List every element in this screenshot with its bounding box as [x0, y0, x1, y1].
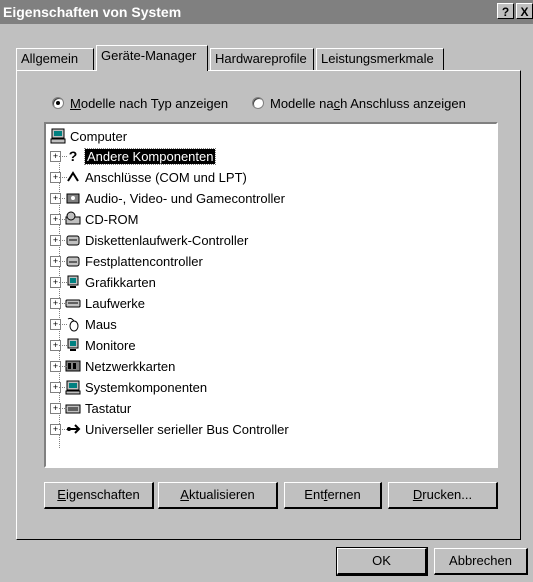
tree-item[interactable]: + Universeller serieller Bus Controller: [50, 419, 289, 439]
tree-connector-line: [59, 324, 67, 325]
tab-leistungsmerkmale[interactable]: Leistungsmerkmale: [316, 48, 444, 70]
tree-item-label: Grafikkarten: [85, 274, 156, 290]
tree-item-label: Diskettenlaufwerk-Controller: [85, 232, 249, 248]
radio-by-type-label: Modelle nach Typ anzeigen: [70, 95, 229, 111]
tree-item-label: Maus: [85, 316, 117, 332]
sound-video-icon: [66, 193, 80, 204]
monitor-icon: [67, 338, 79, 351]
tree-connector-line: [59, 240, 67, 241]
tree-item[interactable]: +? Andere Komponenten: [50, 146, 217, 166]
tree-item-label: Anschlüsse (COM und LPT): [85, 169, 247, 185]
tree-item-label: Andere Komponenten: [83, 147, 217, 165]
remove-button[interactable]: Entfernen: [284, 482, 382, 509]
port-connector-icon: [67, 171, 79, 182]
svg-text:?: ?: [69, 148, 78, 164]
tree-item-label: Netzwerkkarten: [85, 358, 176, 374]
radio-indicator-checked[interactable]: [52, 97, 64, 109]
tree-item-label: Systemkomponenten: [85, 379, 208, 395]
radio-by-connection-label: Modelle nach Anschluss anzeigen: [270, 95, 466, 111]
tree-item[interactable]: + Netzwerkkarten: [50, 356, 175, 376]
tree-connector-line: [59, 219, 67, 220]
tree-connector-line: [59, 177, 67, 178]
tree-connector-line: [59, 429, 67, 430]
radio-indicator-unchecked[interactable]: [252, 97, 264, 109]
tab-geraete-manager[interactable]: Geräte-Manager: [96, 45, 208, 71]
window-title: Eigenschaften von System: [3, 4, 182, 20]
tree-item-label: Audio-, Video- und Gamecontroller: [85, 190, 285, 206]
radio-by-type[interactable]: Modelle nach Typ anzeigen: [52, 94, 228, 112]
ok-button[interactable]: OK: [336, 547, 428, 576]
floppy-controller-icon: [66, 235, 80, 246]
disk-drive-icon: [65, 299, 81, 308]
title-bar: Eigenschaften von System ? X: [0, 0, 533, 24]
device-tree[interactable]: Computer +? Andere Komponenten + Anschlüsse…: [44, 122, 498, 468]
tree-connector-line: [59, 366, 67, 367]
tree-item[interactable]: + Audio-, Video- und Gamecontroller: [50, 188, 285, 208]
keyboard-icon: [65, 404, 81, 414]
refresh-button[interactable]: Aktualisieren: [158, 482, 278, 509]
close-button[interactable]: X: [516, 3, 533, 19]
tree-item[interactable]: + Laufwerke: [50, 293, 145, 313]
tree-item[interactable]: + Festplattencontroller: [50, 251, 203, 271]
tree-item-label: Monitore: [85, 337, 136, 353]
tree-item-label: CD-ROM: [85, 211, 139, 227]
tree-item[interactable]: + Systemkomponenten: [50, 377, 207, 397]
mouse-icon: [67, 317, 79, 332]
tree-root[interactable]: Computer: [50, 126, 127, 146]
tab-hardwareprofile[interactable]: Hardwareprofile: [210, 48, 314, 70]
tree-item[interactable]: + Tastatur: [50, 398, 131, 418]
radio-by-connection[interactable]: Modelle nach Anschluss anzeigen: [252, 94, 466, 112]
tree-connector-line: [59, 261, 67, 262]
tree-connector-line: [59, 408, 67, 409]
cdrom-icon: [65, 211, 81, 225]
help-button[interactable]: ?: [497, 3, 514, 19]
tree-item[interactable]: + Maus: [50, 314, 117, 334]
tree-item-label: Universeller serieller Bus Controller: [85, 421, 289, 437]
tree-item-label: Laufwerke: [85, 295, 145, 311]
tree-connector-line: [59, 282, 67, 283]
usb-icon: [67, 424, 81, 434]
computer-icon: [50, 128, 66, 144]
hard-disk-controller-icon: [66, 256, 80, 267]
properties-button[interactable]: Eigenschaften: [44, 482, 154, 509]
cancel-button[interactable]: Abbrechen: [434, 548, 528, 575]
network-card-icon: [65, 360, 81, 372]
tree-connector-line: [59, 387, 67, 388]
tree-item-label: Tastatur: [85, 400, 132, 416]
tree-item[interactable]: + Anschlüsse (COM und LPT): [50, 167, 247, 187]
question-device-icon: ?: [69, 148, 78, 164]
print-button[interactable]: Drucken...: [388, 482, 498, 509]
tree-item[interactable]: + Grafikkarten: [50, 272, 156, 292]
tree-connector-line: [59, 198, 67, 199]
tree-item[interactable]: + Monitore: [50, 335, 136, 355]
tree-item[interactable]: + CD-ROM: [50, 209, 138, 229]
tree-item[interactable]: + Diskettenlaufwerk-Controller: [50, 230, 248, 250]
tree-item-label: Festplattencontroller: [85, 253, 203, 269]
tree-connector-line: [59, 303, 67, 304]
tab-allgemein[interactable]: Allgemein: [16, 48, 94, 70]
tree-root-label: Computer: [70, 128, 128, 144]
display-adapter-icon: [67, 275, 79, 288]
system-device-icon: [65, 380, 81, 395]
tree-connector-line: [59, 156, 67, 157]
tree-connector-line: [59, 345, 67, 346]
